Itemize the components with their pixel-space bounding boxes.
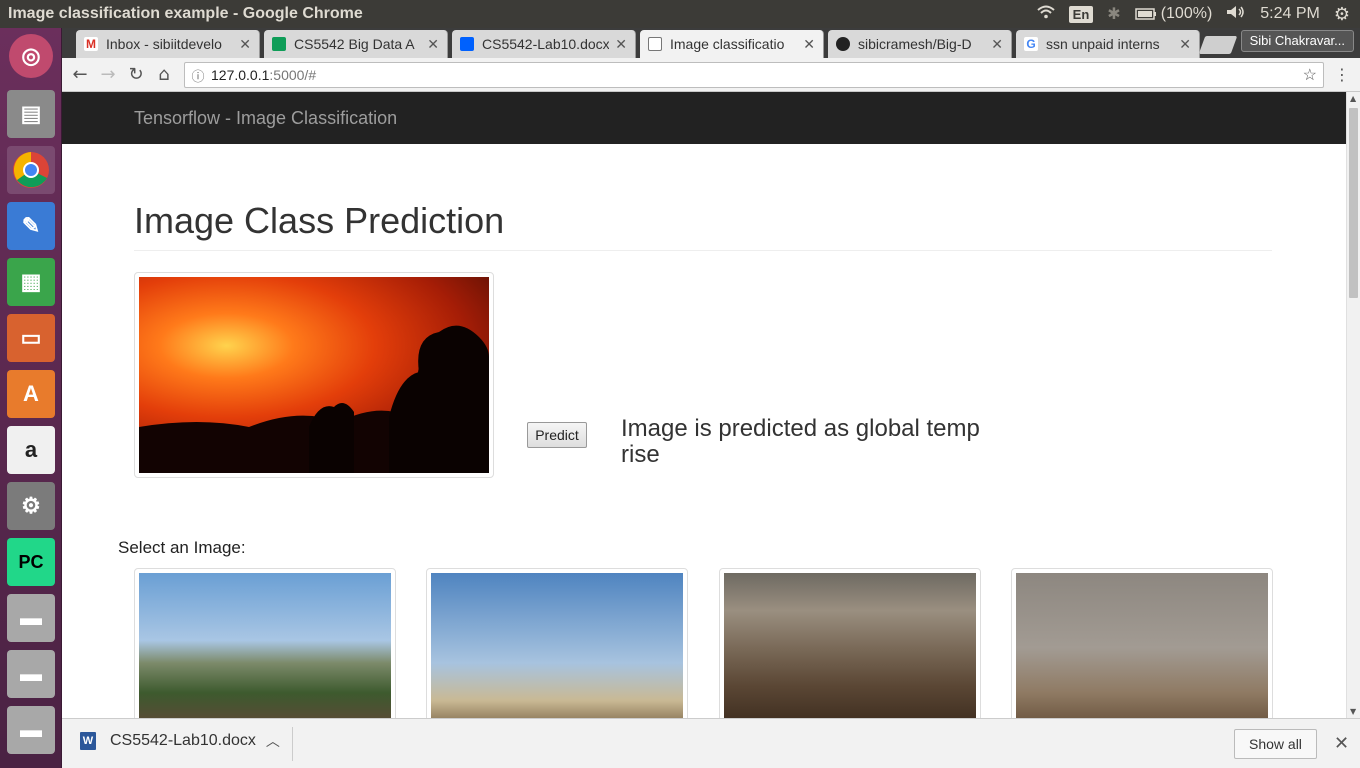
back-arrow-icon[interactable]: ← <box>66 64 94 85</box>
url-host: 127.0.0.1 <box>211 67 270 83</box>
home-icon[interactable]: ⌂ <box>150 64 178 85</box>
wifi-icon[interactable] <box>1036 5 1055 24</box>
download-shelf: W CS5542-Lab10.docx ︿ Show all ✕ <box>62 718 1360 768</box>
word-doc-icon: W <box>80 732 96 750</box>
new-tab-button[interactable] <box>1198 36 1238 54</box>
close-tab-icon[interactable]: ✕ <box>615 36 627 53</box>
tab-image-classification[interactable]: Image classificatio ✕ <box>640 30 824 58</box>
drive-icon-2[interactable]: ▬ <box>7 650 55 698</box>
tab-label: ssn unpaid interns <box>1046 36 1160 52</box>
github-icon <box>836 37 850 51</box>
select-image-label: Select an Image: <box>118 538 246 557</box>
selected-image-thumbnail <box>134 272 494 478</box>
calc-icon[interactable]: ▦ <box>7 258 55 306</box>
drive-icon-1[interactable]: ▬ <box>7 594 55 642</box>
tab-google[interactable]: G ssn unpaid interns ✕ <box>1016 30 1200 58</box>
tab-sheets[interactable]: CS5542 Big Data A ✕ <box>264 30 448 58</box>
chrome-icon[interactable] <box>7 146 55 194</box>
navbar-brand[interactable]: Tensorflow - Image Classification <box>134 108 397 129</box>
scroll-down-arrow-icon[interactable]: ▼ <box>1350 707 1356 716</box>
bluetooth-icon[interactable]: ✱ <box>1107 4 1120 24</box>
system-tray: En ✱ (100%) 5:24 PM ⚙ <box>1036 4 1360 25</box>
settings-gear-icon[interactable]: ⚙ <box>1334 4 1350 25</box>
amazon-icon[interactable]: a <box>7 426 55 474</box>
close-tab-icon[interactable]: ✕ <box>803 36 815 53</box>
predict-button[interactable]: Predict <box>527 422 587 448</box>
google-icon: G <box>1024 37 1038 51</box>
impress-icon[interactable]: ▭ <box>7 314 55 362</box>
chrome-menu-icon[interactable]: ⋮ <box>1334 65 1350 84</box>
tab-dropbox[interactable]: CS5542-Lab10.docx ✕ <box>452 30 636 58</box>
tab-gmail[interactable]: M Inbox - sibiitdevelo ✕ <box>76 30 260 58</box>
dropbox-icon <box>460 37 474 51</box>
site-navbar: Tensorflow - Image Classification <box>62 92 1346 144</box>
tab-github[interactable]: sibicramesh/Big-D ✕ <box>828 30 1012 58</box>
close-tab-icon[interactable]: ✕ <box>239 36 251 53</box>
gmail-icon: M <box>84 37 98 51</box>
gallery-image-2[interactable] <box>426 568 688 718</box>
dead-trees-sky-image <box>431 573 683 718</box>
writer-icon[interactable]: ✎ <box>7 202 55 250</box>
profile-button[interactable]: Sibi Chakravar... <box>1240 30 1354 52</box>
download-item[interactable]: W CS5542-Lab10.docx ︿ <box>80 731 280 751</box>
gallery-image-1[interactable] <box>134 568 396 718</box>
clock[interactable]: 5:24 PM <box>1260 5 1320 23</box>
forward-arrow-icon[interactable]: → <box>94 64 122 85</box>
address-bar[interactable]: ⓘ 127.0.0.1:5000/# ☆ <box>184 62 1324 88</box>
wildfire-image <box>139 277 489 473</box>
drive-icon-3[interactable]: ▬ <box>7 706 55 754</box>
tab-label: sibicramesh/Big-D <box>858 36 972 52</box>
browser-toolbar: ← → ↻ ⌂ ⓘ 127.0.0.1:5000/# ☆ ⋮ <box>62 58 1360 92</box>
page-title: Image Class Prediction <box>134 200 505 241</box>
tab-strip: M Inbox - sibiitdevelo ✕ CS5542 Big Data… <box>62 28 1360 58</box>
tab-label: Inbox - sibiitdevelo <box>106 36 222 52</box>
battery-indicator[interactable]: (100%) <box>1134 5 1213 23</box>
reload-icon[interactable]: ↻ <box>122 64 150 85</box>
chevron-up-icon[interactable]: ︿ <box>266 731 280 751</box>
gallery-image-4[interactable] <box>1011 568 1273 718</box>
volume-icon[interactable] <box>1226 5 1246 24</box>
ubuntu-dash-icon[interactable]: ◎ <box>9 34 53 78</box>
web-page: Tensorflow - Image Classification Image … <box>62 92 1346 718</box>
tab-label: CS5542-Lab10.docx <box>482 36 610 52</box>
tab-label: Image classificatio <box>670 36 785 52</box>
close-icon[interactable]: ✕ <box>1334 733 1349 754</box>
launcher: ◎ ▤ ✎ ▦ ▭ A a ⚙ PC ▬ ▬ ▬ <box>0 28 62 768</box>
divider <box>134 250 1272 251</box>
close-tab-icon[interactable]: ✕ <box>991 36 1003 53</box>
dead-forest-image <box>139 573 391 718</box>
bookmark-star-icon[interactable]: ☆ <box>1303 65 1317 85</box>
system-top-bar: Image classification example - Google Ch… <box>0 0 1360 28</box>
page-icon <box>648 37 662 51</box>
page-scrollbar[interactable]: ▲ ▼ <box>1346 92 1360 718</box>
download-filename: CS5542-Lab10.docx <box>110 732 256 749</box>
software-center-icon[interactable]: A <box>7 370 55 418</box>
keyboard-language-indicator[interactable]: En <box>1068 5 1094 23</box>
close-tab-icon[interactable]: ✕ <box>427 36 439 53</box>
system-settings-icon[interactable]: ⚙ <box>7 482 55 530</box>
close-tab-icon[interactable]: ✕ <box>1179 36 1191 53</box>
bare-trees-grey-sky-image <box>1016 573 1268 718</box>
scroll-up-arrow-icon[interactable]: ▲ <box>1350 94 1356 103</box>
url-path: :5000/# <box>269 67 317 83</box>
show-all-button[interactable]: Show all <box>1234 729 1317 759</box>
pycharm-icon[interactable]: PC <box>7 538 55 586</box>
scroll-thumb[interactable] <box>1349 108 1358 298</box>
mountain-ridge-image <box>724 573 976 718</box>
prediction-result: Image is predicted as global temp rise <box>621 415 980 468</box>
files-icon[interactable]: ▤ <box>7 90 55 138</box>
divider <box>292 727 293 761</box>
sheets-icon <box>272 37 286 51</box>
info-icon[interactable]: ⓘ <box>185 66 211 85</box>
gallery-image-3[interactable] <box>719 568 981 718</box>
tab-label: CS5542 Big Data A <box>294 36 415 52</box>
window-title: Image classification example - Google Ch… <box>8 5 363 22</box>
battery-percentage: (100%) <box>1160 5 1213 22</box>
